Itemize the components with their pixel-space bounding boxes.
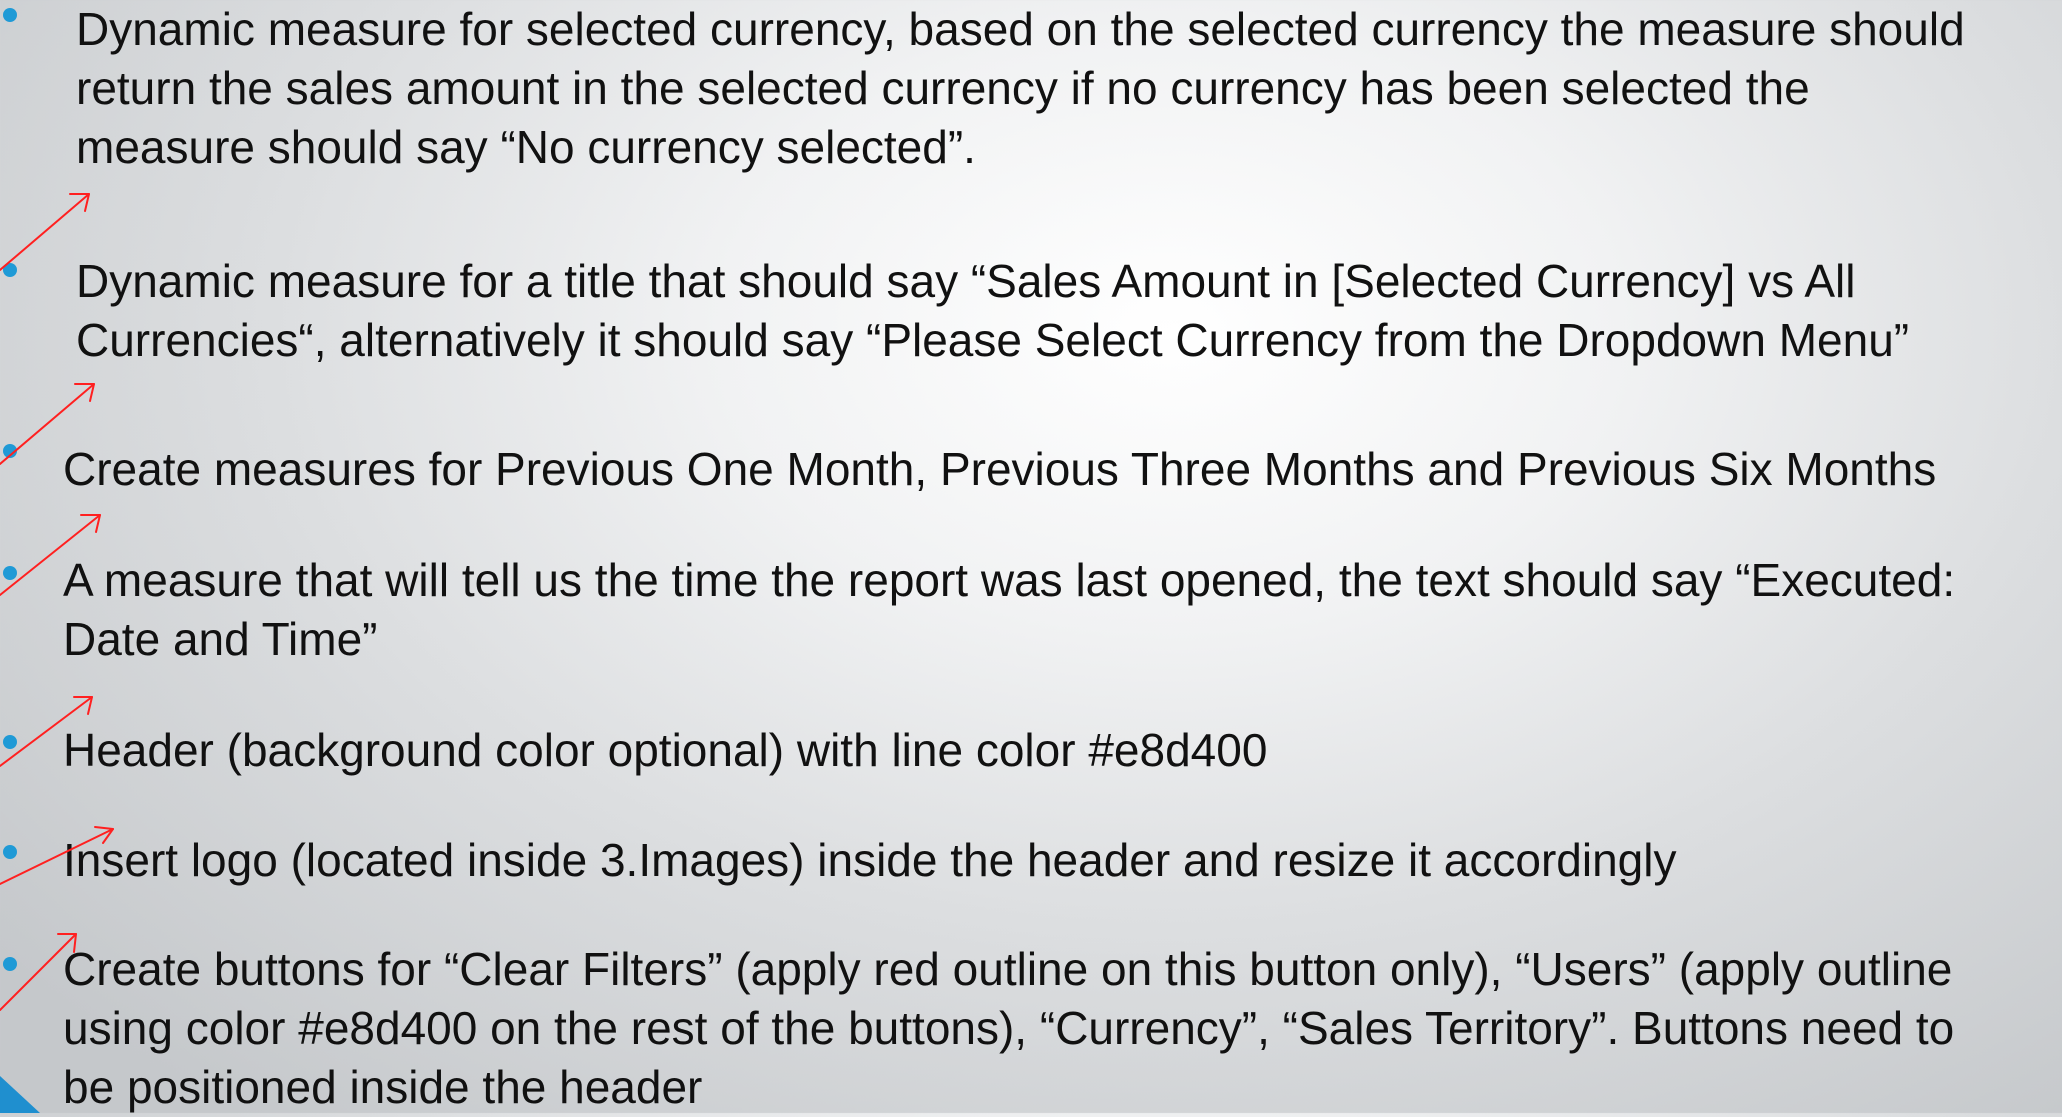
bullet-list: Dynamic measure for selected currency, b… — [0, 0, 2062, 1113]
bullet-dot-icon — [3, 957, 17, 971]
bullet-dot-icon — [3, 845, 17, 859]
bullet-text-6: Insert logo (located inside 3.Images) in… — [63, 831, 1676, 890]
bullet-7-line-3: be positioned inside the header — [63, 1061, 703, 1113]
bullet-text-5: Header (background color optional) with … — [63, 721, 1267, 780]
bullet-text-4: A measure that will tell us the time the… — [63, 551, 1955, 669]
bullet-7-line-1: Create buttons for “Clear Filters” (appl… — [63, 943, 1953, 995]
bullet-dot-icon — [3, 444, 17, 458]
bullet-text-3: Create measures for Previous One Month, … — [63, 440, 1936, 499]
bullet-1-line-1: Dynamic measure for selected currency, b… — [76, 3, 1965, 55]
bullet-7-line-2: using color #e8d400 on the rest of the b… — [63, 1002, 1955, 1054]
bullet-dot-icon — [3, 263, 17, 277]
bullet-1-line-3: measure should say “No currency selected… — [76, 121, 976, 173]
bullet-3-line-1: Create measures for Previous One Month, … — [63, 443, 1937, 495]
bullet-dot-icon — [3, 735, 17, 749]
bullet-text-2: Dynamic measure for a title that should … — [76, 252, 1909, 370]
bullet-2-line-1: Dynamic measure for a title that should … — [76, 255, 1856, 307]
bullet-5-line-1: Header (background color optional) with … — [63, 724, 1268, 776]
bullet-2-line-2: Currencies“, alternatively it should say… — [76, 314, 1910, 366]
bullet-text-1: Dynamic measure for selected currency, b… — [76, 0, 1965, 177]
bullet-4-line-2: Date and Time” — [63, 613, 378, 665]
bullet-1-line-2: return the sales amount in the selected … — [76, 62, 1810, 114]
bullet-6-line-1: Insert logo (located inside 3.Images) in… — [63, 834, 1677, 886]
bullet-4-line-1: A measure that will tell us the time the… — [63, 554, 1956, 606]
bullet-dot-icon — [3, 566, 17, 580]
bullet-text-7: Create buttons for “Clear Filters” (appl… — [63, 940, 1954, 1117]
bullet-dot-icon — [3, 8, 17, 22]
